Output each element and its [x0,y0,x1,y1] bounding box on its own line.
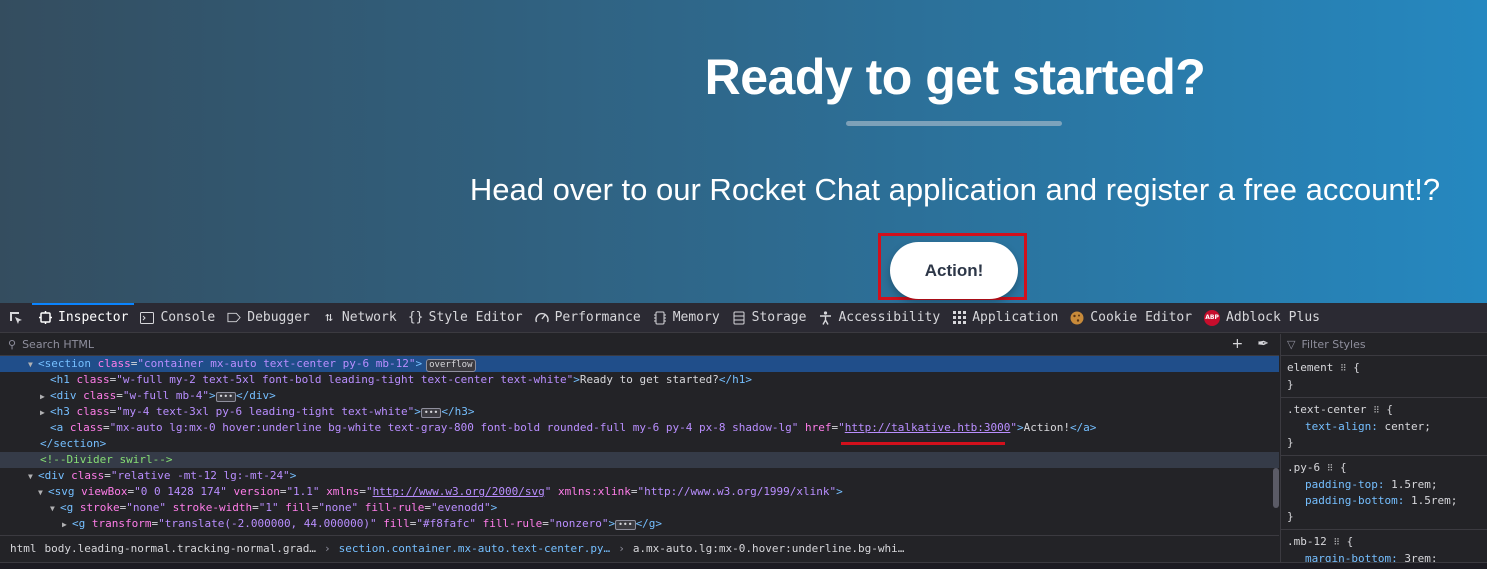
tab-label: Debugger [247,310,310,325]
overflow-badge[interactable]: overflow [426,359,476,372]
red-underline-annotation [841,442,1005,445]
tree-node-section-close[interactable]: </section> [0,436,1279,452]
tab-label: Cookie Editor [1090,310,1193,325]
tab-label: Storage [751,310,807,325]
accessibility-icon [818,310,832,325]
tab-application[interactable]: Application [946,303,1064,333]
element-picker-icon [10,311,22,324]
breadcrumb-separator-icon: › [324,542,331,555]
breadcrumb-item[interactable]: section.container.mx-auto.text-center.py… [339,542,611,555]
adblock-icon: ABP [1204,309,1221,326]
breadcrumb-item[interactable]: html [10,542,37,555]
tab-style-editor[interactable]: {} Style Editor [403,303,529,333]
breadcrumb-item[interactable]: body.leading-normal.tracking-normal.grad… [45,542,317,555]
add-node-icon[interactable]: + [1232,336,1244,352]
collapsed-content-icon[interactable]: ••• [215,392,237,402]
tree-node-section[interactable]: ▼ <section class="container mx-auto text-… [0,356,1279,372]
devtools-pane: Inspector Console Debugger ⇅ Network {} … [0,302,1487,569]
breadcrumb: html body.leading-normal.tracking-normal… [0,535,1279,561]
breadcrumb-item[interactable]: a.mx-auto.lg:mx-0.hover:underline.bg-whi… [633,542,905,555]
devtools-toolbar: Inspector Console Debugger ⇅ Network {} … [0,302,1487,333]
collapse-triangle-icon[interactable]: ▼ [50,501,60,517]
style-editor-icon: {} [407,310,424,325]
breadcrumb-separator-icon: › [618,542,625,555]
search-html-bar[interactable]: ⚲ Search HTML + ✒ [0,334,1279,356]
network-icon: ⇅ [324,310,333,325]
memory-icon [653,311,667,325]
tab-debugger[interactable]: Debugger [221,303,316,333]
hero-heading: Ready to get started? [704,49,1206,105]
tab-label: Inspector [58,310,129,325]
debugger-icon [227,311,241,325]
tab-console[interactable]: Console [134,303,221,333]
tab-network[interactable]: ⇅ Network [316,303,403,333]
heading-divider [846,121,1062,126]
collapse-triangle-icon[interactable]: ▼ [38,485,48,501]
tree-node-div-relative[interactable]: ▼ <div class="relative -mt-12 lg:-mt-24"> [0,468,1279,484]
filter-icon: ▽ [1287,338,1296,351]
tab-memory[interactable]: Memory [647,303,726,333]
hero-subheading: Head over to our Rocket Chat application… [469,172,1441,207]
tree-node-h3[interactable]: ▶ <h3 class="my-4 text-3xl py-6 leading-t… [0,404,1279,420]
markup-scrollbar[interactable] [1273,468,1279,508]
tree-node-svg[interactable]: ▼ <svg viewBox="0 0 1428 174" version="1.… [0,484,1279,500]
search-icon: ⚲ [8,338,17,351]
bottom-strip [0,562,1487,569]
console-icon [140,311,155,325]
tab-storage[interactable]: Storage [726,303,813,333]
tree-node-div[interactable]: ▶ <div class="w-full mb-4"> ••• </div> [0,388,1279,404]
tab-label: Console [160,310,216,325]
tab-label: Network [341,310,397,325]
filter-styles-bar[interactable]: ▽ Filter Styles [1281,334,1487,356]
collapse-triangle-icon[interactable]: ▼ [28,357,38,373]
grid-icon: ⠿ [1333,538,1340,548]
tree-node-a[interactable]: <a class="mx-auto lg:mx-0 hover:underlin… [0,420,1279,436]
filter-styles-input[interactable]: Filter Styles [1301,338,1365,351]
search-html-input[interactable]: Search HTML [22,338,94,351]
tab-cookie-editor[interactable]: Cookie Editor [1064,303,1198,333]
tree-node-g[interactable]: ▼ <g stroke="none" stroke-width="1" fill=… [0,500,1279,516]
tree-node-comment[interactable]: <!--Divider swirl--> [0,452,1279,468]
rule-py-6[interactable]: .py-6 ⠿ { padding-top: 1.5rem; padding-b… [1281,456,1487,530]
tab-label: Application [972,310,1059,325]
expand-triangle-icon[interactable]: ▶ [40,405,50,421]
cookie-icon [1070,311,1084,325]
markup-panel: ⚲ Search HTML + ✒ ▼ <section class="conta… [0,334,1279,569]
inspector-icon [38,311,52,325]
markup-tree: ▼ <section class="container mx-auto text-… [0,356,1279,534]
action-button[interactable]: Action! [890,242,1018,299]
collapsed-content-icon[interactable]: ••• [420,408,442,418]
tab-label: Style Editor [428,310,523,325]
tab-accessibility[interactable]: Accessibility [812,303,946,333]
application-icon [952,311,966,325]
grid-icon: ⠿ [1326,464,1334,474]
tab-performance[interactable]: Performance [529,303,647,333]
tab-label: Memory [672,310,720,325]
tab-label: Accessibility [838,310,941,325]
expand-triangle-icon[interactable]: ▶ [40,389,50,405]
tab-inspector[interactable]: Inspector [32,302,135,333]
tree-node-h1[interactable]: <h1 class="w-full my-2 text-5xl font-bol… [0,372,1279,388]
rule-text-center[interactable]: .text-center ⠿ { text-align: center; } [1281,398,1487,456]
rules-panel: ▽ Filter Styles element ⠿ { } .text-cent… [1280,334,1487,569]
tab-label: Performance [554,310,641,325]
tab-label: Adblock Plus [1226,310,1320,325]
expand-triangle-icon[interactable]: ▶ [62,517,72,533]
href-link[interactable]: http://talkative.htb:3000 [845,421,1011,434]
performance-icon [534,311,549,325]
rule-element[interactable]: element ⠿ { } [1281,356,1487,398]
collapsed-content-icon[interactable]: ••• [615,520,636,530]
grid-icon: ⠿ [1373,406,1380,416]
tree-node-g-transform[interactable]: ▶ <g transform="translate(-2.000000, 44.0… [0,516,1279,532]
grid-icon: ⠿ [1339,364,1347,374]
tab-adblock-plus[interactable]: ABP Adblock Plus [1198,303,1326,333]
collapse-triangle-icon[interactable]: ▼ [28,469,38,485]
page-viewport: Ready to get started? Head over to our R… [0,0,1487,303]
element-picker-button[interactable] [0,303,32,333]
eyedropper-icon[interactable]: ✒ [1257,336,1269,352]
storage-icon [732,311,746,325]
